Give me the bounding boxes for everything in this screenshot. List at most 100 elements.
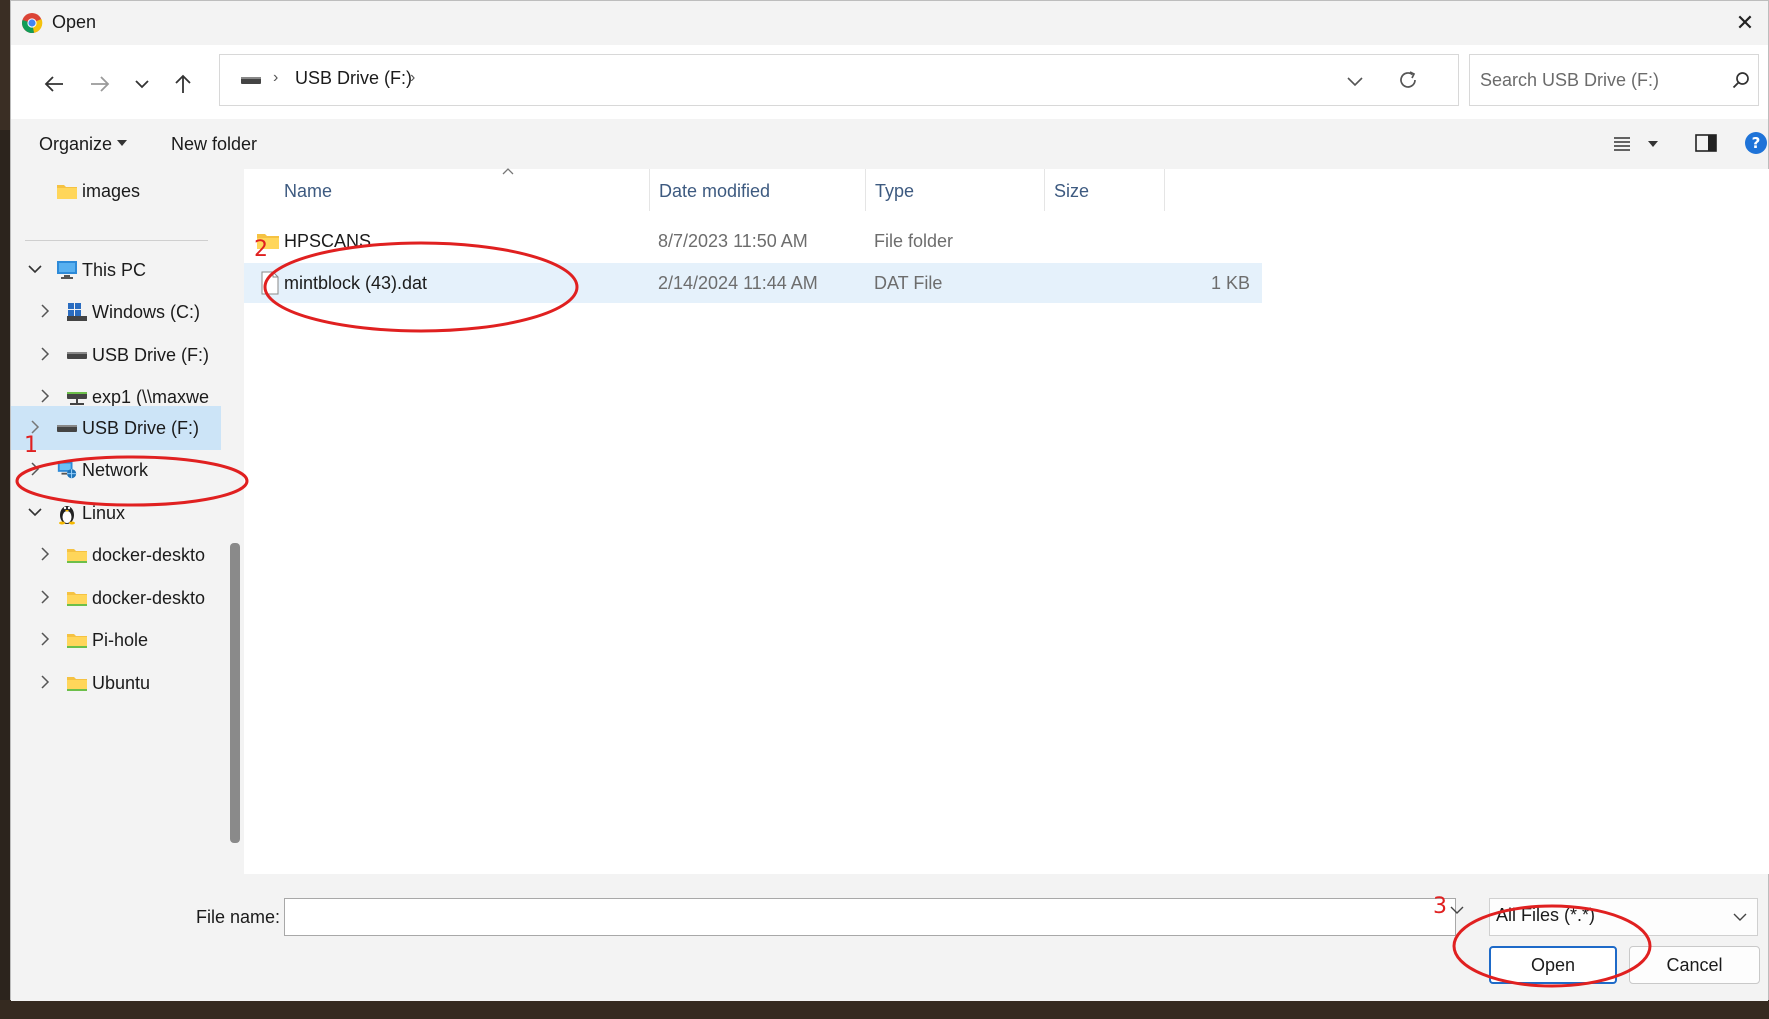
column-header-label: Date modified (659, 181, 771, 201)
folder-icon (66, 587, 88, 609)
nav-item-this-pc[interactable]: This PC (11, 248, 221, 292)
file-row-mintblock-43-dat[interactable]: mintblock (43).dat 2/14/2024 11:44 AM DA… (244, 263, 1262, 303)
preview-pane-icon[interactable] (1695, 132, 1717, 154)
chevron-right-icon[interactable] (37, 631, 53, 647)
column-header-date-modified[interactable]: Date modified (650, 169, 865, 211)
nav-item-label: Ubuntu (92, 673, 151, 693)
chevron-right-icon[interactable] (37, 546, 53, 562)
help-icon[interactable]: ? (1744, 131, 1768, 155)
open-button[interactable]: Open (1489, 946, 1617, 984)
nav-item-network[interactable]: Network (11, 448, 221, 492)
folder-icon (66, 629, 88, 651)
forward-arrow-icon[interactable] (83, 67, 117, 101)
file-name-label: File name: (196, 907, 281, 927)
nav-item-label: USB Drive (F:) (92, 345, 209, 365)
chevron-right-icon[interactable] (27, 461, 43, 477)
chevron-right-icon[interactable] (37, 346, 53, 362)
recent-locations-chevron-icon[interactable] (125, 67, 159, 101)
nav-item-label: Network (82, 460, 149, 480)
column-header-name[interactable]: Name (244, 169, 644, 211)
chevron-right-icon[interactable] (37, 388, 53, 404)
nav-item-usb-drive-f[interactable]: USB Drive (F:) (11, 333, 221, 377)
nav-item-usb-drive-f-selected[interactable]: USB Drive (F:) (11, 406, 221, 450)
desktop-background-bottom (0, 1000, 1769, 1019)
chevron-down-icon[interactable] (1733, 911, 1747, 923)
windows-drive-icon (66, 301, 88, 323)
file-type: File folder (874, 231, 954, 251)
column-header-size[interactable]: Size (1045, 169, 1165, 211)
nav-item-label: Windows (C:) (92, 302, 201, 322)
back-arrow-icon[interactable] (37, 67, 71, 101)
chevron-right-icon[interactable] (37, 674, 53, 690)
close-button[interactable]: ✕ (1722, 1, 1768, 45)
file-size: 1 KB (1210, 273, 1250, 293)
nav-item-images[interactable]: images (11, 169, 221, 213)
chevron-down-icon[interactable] (27, 504, 43, 520)
cancel-button[interactable]: Cancel (1629, 946, 1760, 984)
breadcrumb-separator[interactable]: › (410, 69, 415, 87)
column-header-label: Size (1054, 181, 1090, 201)
file-type-filter-select[interactable]: All Files (*.*) (1489, 898, 1758, 936)
nav-item-label: images (82, 181, 141, 201)
usb-drive-icon (240, 72, 262, 88)
file-date-modified: 2/14/2024 11:44 AM (658, 273, 818, 293)
nav-item-label: exp1 (\\maxwe (92, 387, 210, 407)
nav-item-docker-desktop-1[interactable]: docker-deskto (11, 533, 221, 577)
file-name: mintblock (43).dat (284, 273, 428, 293)
chrome-icon (21, 12, 43, 34)
address-bar[interactable]: › USB Drive (F:) › (219, 54, 1459, 106)
nav-item-label: docker-deskto (92, 588, 206, 608)
folder-icon (56, 180, 78, 202)
nav-item-ubuntu[interactable]: Ubuntu (11, 661, 221, 705)
nav-item-label: Linux (82, 503, 126, 523)
search-icon[interactable] (1730, 69, 1752, 91)
folder-icon (66, 672, 88, 694)
nav-pane-scrollbar[interactable] (230, 543, 240, 843)
up-arrow-icon[interactable] (166, 67, 200, 101)
column-header-type[interactable]: Type (866, 169, 1044, 211)
navigation-pane: images This PC Windows (C:) USB Drive (F… (11, 169, 227, 874)
file-list: Name Date modified Type Size HPSCANS 8/7… (244, 168, 1769, 874)
search-input[interactable]: Search USB Drive (F:) (1480, 70, 1659, 91)
nav-item-docker-desktop-2[interactable]: docker-deskto (11, 576, 221, 620)
organize-button[interactable]: Organize (39, 134, 112, 155)
refresh-icon[interactable] (1395, 67, 1421, 93)
linux-tux-icon (56, 502, 78, 525)
address-history-chevron-icon[interactable] (1343, 69, 1367, 93)
annotation-step-3: 3 (1433, 894, 1447, 919)
file-icon (258, 271, 282, 295)
nav-item-label: This PC (82, 260, 147, 280)
column-divider[interactable] (1164, 169, 1165, 211)
annotation-step-1: 1 (24, 433, 38, 458)
nav-item-linux[interactable]: Linux (11, 491, 221, 535)
file-type-filter-value: All Files (*.*) (1496, 905, 1596, 925)
chevron-down-icon[interactable] (27, 261, 43, 277)
breadcrumb-separator[interactable]: › (273, 69, 278, 87)
nav-item-windows-c[interactable]: Windows (C:) (11, 290, 221, 334)
window-title: Open (52, 12, 97, 32)
nav-divider (25, 240, 208, 241)
dialog-footer: File name: All Files (*.*) Open Cancel (11, 874, 1768, 1001)
computer-icon (56, 259, 78, 281)
new-folder-button[interactable]: New folder (171, 134, 257, 155)
nav-item-label: USB Drive (F:) (82, 418, 199, 438)
search-box[interactable]: Search USB Drive (F:) (1469, 54, 1759, 106)
nav-item-label: docker-deskto (92, 545, 206, 565)
command-bar: Organize New folder ? (11, 119, 1768, 169)
network-drive-icon (66, 386, 88, 408)
chevron-down-icon[interactable] (1450, 904, 1464, 916)
breadcrumb-usb-drive[interactable]: USB Drive (F:) (295, 68, 412, 89)
view-options-icon[interactable] (1611, 133, 1633, 155)
file-name-input[interactable] (284, 898, 1456, 936)
file-type: DAT File (874, 273, 943, 293)
caret-down-icon[interactable] (117, 139, 127, 147)
chevron-right-icon[interactable] (37, 589, 53, 605)
chevron-right-icon[interactable] (37, 303, 53, 319)
file-row-hpscans[interactable]: HPSCANS 8/7/2023 11:50 AM File folder (244, 221, 1262, 261)
nav-item-label: Pi-hole (92, 630, 149, 650)
caret-down-icon[interactable] (1648, 140, 1658, 148)
column-header-label: Name (284, 181, 333, 201)
column-header-label: Type (875, 181, 915, 201)
nav-item-pi-hole[interactable]: Pi-hole (11, 618, 221, 662)
file-date-modified: 8/7/2023 11:50 AM (658, 231, 808, 251)
